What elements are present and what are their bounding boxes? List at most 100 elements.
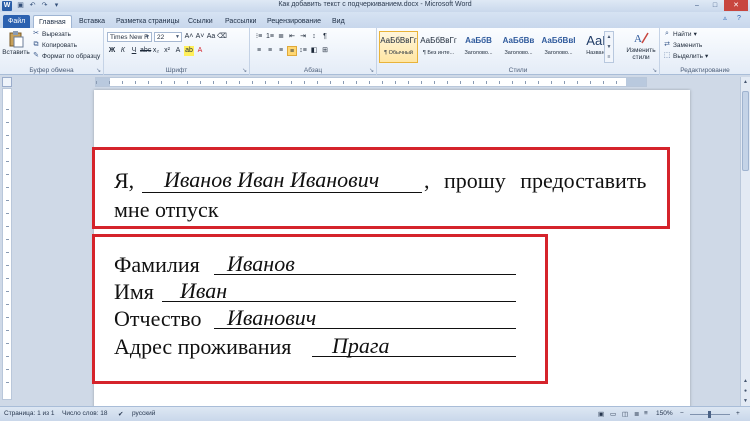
status-language[interactable]: русский xyxy=(132,410,155,417)
font-size-combo[interactable]: 22 ▼ xyxy=(154,32,182,42)
decrease-indent-icon[interactable]: ⇤ xyxy=(287,32,297,42)
help-icon[interactable]: ? xyxy=(734,14,744,24)
highlight-icon[interactable]: ab xyxy=(184,46,194,56)
show-marks-icon[interactable]: ¶ xyxy=(320,32,330,42)
document-page[interactable]: Я, Иванов Иван Иванович , прошу предоста… xyxy=(92,90,690,406)
grow-font-icon[interactable]: A˄ xyxy=(184,32,194,42)
shrink-font-icon[interactable]: A˅ xyxy=(195,32,205,42)
format-painter-button[interactable]: ✎ Формат по образцу xyxy=(32,52,100,60)
group-label-clipboard: Буфер обмена xyxy=(29,67,74,74)
tab-file[interactable]: Файл xyxy=(3,15,31,28)
dialog-launcher-icon[interactable]: ↘ xyxy=(96,67,101,74)
text-effects-icon[interactable]: A xyxy=(173,46,183,56)
tab-insert[interactable]: Вставка xyxy=(74,15,110,28)
scrollbar-thumb[interactable] xyxy=(742,91,749,171)
style-name: Заголово... xyxy=(464,50,493,56)
italic-icon[interactable]: К xyxy=(118,46,128,56)
browse-object-icon[interactable]: ● xyxy=(741,388,750,394)
style-heading-3[interactable]: АаБбВвI Заголово... xyxy=(539,31,578,63)
select-icon: ⬚ xyxy=(663,52,671,59)
select-label: Выделить xyxy=(673,52,703,60)
view-web-icon[interactable]: ◫ xyxy=(622,410,628,418)
clear-formatting-icon[interactable]: ⌫ xyxy=(217,32,227,42)
tab-references[interactable]: Ссылки xyxy=(183,15,218,28)
ribbon-help-controls: ▵ ? xyxy=(720,14,744,24)
bold-icon[interactable]: Ж xyxy=(107,46,117,56)
sort-icon[interactable]: ↕ xyxy=(309,32,319,42)
brush-icon: ✎ xyxy=(33,52,39,59)
tab-view[interactable]: Вид xyxy=(327,15,350,28)
style-normal[interactable]: АаБбВвГг ¶ Обычный xyxy=(379,31,418,63)
style-heading-1[interactable]: АаБбВ Заголово... xyxy=(459,31,498,63)
multilevel-list-icon[interactable]: ≣ xyxy=(276,32,286,42)
copy-icon: ⧉ xyxy=(33,41,39,48)
next-page-icon[interactable]: ▼ xyxy=(741,398,750,404)
vertical-scrollbar[interactable]: ▲ ▲ ● ▼ xyxy=(740,77,750,406)
ruler-toggle[interactable] xyxy=(2,77,12,87)
styles-gallery-scroll[interactable]: ▲ ▼ ≡ xyxy=(604,31,614,63)
find-label: Найти xyxy=(673,30,692,38)
status-words[interactable]: Число слов: 18 xyxy=(62,410,108,417)
copy-button[interactable]: ⧉ Копировать xyxy=(32,41,78,49)
change-case-icon[interactable]: Aa xyxy=(206,32,216,42)
style-heading-2[interactable]: АаБбВв Заголово... xyxy=(499,31,538,63)
borders-icon[interactable]: ⊞ xyxy=(320,46,330,56)
paste-icon xyxy=(9,31,24,48)
align-left-icon[interactable]: ≡ xyxy=(254,46,264,56)
copy-label: Копировать xyxy=(42,41,77,49)
dialog-launcher-icon[interactable]: ↘ xyxy=(369,67,374,74)
tab-mailings[interactable]: Рассылки xyxy=(220,15,261,28)
align-right-icon[interactable]: ≡ xyxy=(276,46,286,56)
scissors-icon: ✂ xyxy=(33,30,39,37)
document-area[interactable]: Я, Иванов Иван Иванович , прошу предоста… xyxy=(12,88,740,406)
vertical-ruler[interactable] xyxy=(2,88,12,400)
font-color-icon[interactable]: A xyxy=(195,46,205,56)
view-outline-icon[interactable]: ≣ xyxy=(634,410,639,418)
horizontal-ruler[interactable] xyxy=(95,77,647,87)
zoom-slider-handle[interactable] xyxy=(708,411,711,418)
strikethrough-icon[interactable]: abc xyxy=(140,46,151,56)
group-label-paragraph: Абзац xyxy=(303,67,323,74)
tab-home[interactable]: Главная xyxy=(33,15,72,28)
line-spacing-icon[interactable]: ↕≡ xyxy=(298,46,308,56)
change-styles-icon: A xyxy=(634,32,649,45)
change-styles-button[interactable]: A Изменить стили xyxy=(624,30,658,61)
justify-icon[interactable]: ≡ xyxy=(287,46,297,56)
zoom-out-icon[interactable]: − xyxy=(680,410,684,417)
zoom-level[interactable]: 150% xyxy=(656,410,673,417)
find-button[interactable]: ⌕ Найти ▾ xyxy=(663,30,697,38)
subscript-icon[interactable]: x₂ xyxy=(151,46,161,56)
dialog-launcher-icon[interactable]: ↘ xyxy=(242,67,247,74)
shading-icon[interactable]: ◧ xyxy=(309,46,319,56)
minimize-icon[interactable]: – xyxy=(688,0,706,11)
view-full-screen-icon[interactable]: ▭ xyxy=(610,410,616,418)
superscript-icon[interactable]: x² xyxy=(162,46,172,56)
scroll-up-icon[interactable]: ▲ xyxy=(741,79,750,85)
tab-review[interactable]: Рецензирование xyxy=(262,15,326,28)
minimize-ribbon-icon[interactable]: ▵ xyxy=(720,14,730,24)
replace-button[interactable]: ⇄ Заменить xyxy=(663,41,702,49)
view-print-layout-icon[interactable]: ▣ xyxy=(598,410,604,418)
maximize-icon[interactable]: □ xyxy=(706,0,724,11)
prev-page-icon[interactable]: ▲ xyxy=(741,378,750,384)
font-name-combo[interactable]: Times New R ▼ xyxy=(107,32,152,42)
paste-button[interactable]: Вставить xyxy=(2,30,30,56)
spellcheck-icon[interactable]: ✔ xyxy=(118,410,123,418)
numbering-icon[interactable]: 1≡ xyxy=(265,32,275,42)
underline-icon[interactable]: Ч xyxy=(129,46,139,56)
zoom-slider[interactable] xyxy=(690,411,730,418)
zoom-in-icon[interactable]: + xyxy=(736,410,740,417)
view-draft-icon[interactable]: ≡ xyxy=(644,410,648,417)
cut-button[interactable]: ✂ Вырезать xyxy=(32,30,71,38)
select-button[interactable]: ⬚ Выделить ▾ xyxy=(663,52,709,60)
status-page[interactable]: Страница: 1 из 1 xyxy=(4,410,55,417)
align-center-icon[interactable]: ≡ xyxy=(265,46,275,56)
tab-page-layout[interactable]: Разметка страницы xyxy=(111,15,185,28)
close-icon[interactable]: ✕ xyxy=(724,0,748,11)
dialog-launcher-icon[interactable]: ↘ xyxy=(652,67,657,74)
style-no-spacing[interactable]: АаБбВвГг ¶ Без инте... xyxy=(419,31,458,63)
window-controls: – □ ✕ xyxy=(688,0,748,11)
cut-label: Вырезать xyxy=(42,30,71,38)
bullets-icon[interactable]: ⁝≡ xyxy=(254,32,264,42)
increase-indent-icon[interactable]: ⇥ xyxy=(298,32,308,42)
